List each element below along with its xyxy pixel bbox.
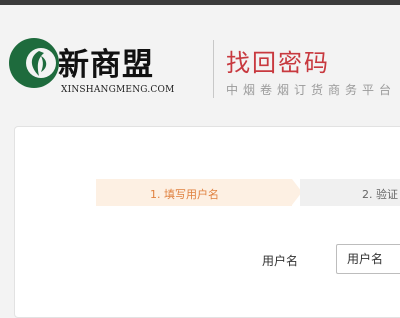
page-tagline: 中烟卷烟订货商务平台 [226, 83, 397, 97]
brand-name: 新商盟 [58, 47, 154, 83]
form-card [14, 126, 400, 318]
username-input[interactable] [336, 244, 400, 274]
header-divider [213, 40, 214, 98]
brand-logo-icon [9, 38, 59, 88]
username-label: 用户名 [262, 254, 299, 268]
page-title: 找回密码 [226, 49, 330, 77]
page-header: 新商盟 XINSHANGMENG.COM 找回密码 中烟卷烟订货商务平台 [0, 5, 400, 120]
brand-domain: XINSHANGMENG.COM [61, 85, 175, 95]
step-2-label: 2. 验证 [362, 188, 398, 201]
step-1-label: 1. 填写用户名 [150, 188, 219, 201]
